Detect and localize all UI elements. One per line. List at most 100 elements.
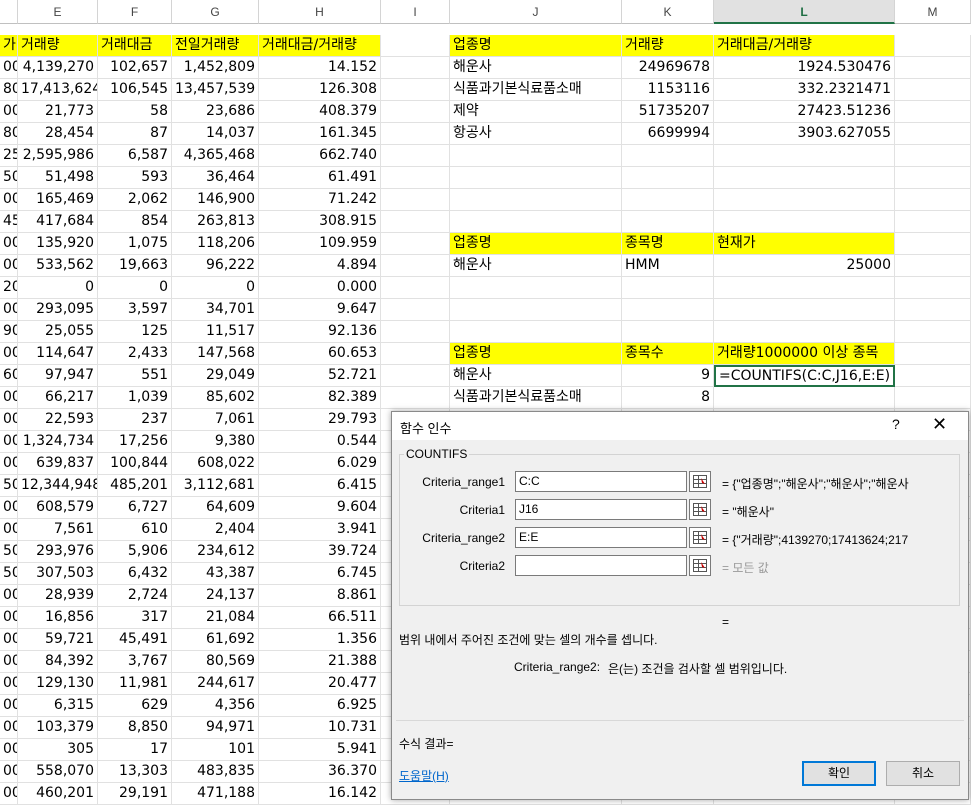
sheet-cell[interactable]: 00 (0, 409, 18, 431)
sheet-cell[interactable]: 558,070 (18, 761, 98, 783)
sheet-cell[interactable] (450, 145, 622, 167)
sheet-cell[interactable]: 61.491 (259, 167, 381, 189)
sheet-cell[interactable]: 거래대금/거래량 (714, 35, 895, 57)
column-header-l[interactable]: L (714, 0, 895, 24)
criteria-range2-input[interactable]: E:E (515, 527, 687, 548)
sheet-cell[interactable]: 50 (0, 563, 18, 585)
sheet-cell[interactable] (381, 255, 450, 277)
column-header-k[interactable]: K (622, 0, 714, 24)
column-header-g[interactable]: G (172, 0, 259, 24)
sheet-cell[interactable] (622, 321, 714, 343)
sheet-cell[interactable]: 거래량 (622, 35, 714, 57)
sheet-cell[interactable] (622, 299, 714, 321)
sheet-cell[interactable]: 가 (0, 35, 18, 57)
sheet-cell[interactable] (622, 277, 714, 299)
sheet-cell[interactable]: 1153116 (622, 79, 714, 101)
sheet-cell[interactable]: 551 (98, 365, 172, 387)
sheet-cell[interactable]: 417,684 (18, 211, 98, 233)
sheet-cell[interactable] (381, 387, 450, 409)
sheet-cell[interactable]: 6,587 (98, 145, 172, 167)
sheet-cell[interactable]: 10.731 (259, 717, 381, 739)
sheet-cell[interactable]: 80 (0, 79, 18, 101)
sheet-cell[interactable]: 13,303 (98, 761, 172, 783)
criteria1-input[interactable]: J16 (515, 499, 687, 520)
sheet-cell[interactable]: 00 (0, 453, 18, 475)
sheet-cell[interactable]: 00 (0, 387, 18, 409)
sheet-cell[interactable]: 1924.530476 (714, 57, 895, 79)
sheet-cell[interactable]: 0.000 (259, 277, 381, 299)
sheet-cell[interactable] (622, 145, 714, 167)
active-cell[interactable]: =COUNTIFS(C:C,J16,E:E) (714, 365, 895, 387)
sheet-cell[interactable]: 해운사 (450, 365, 622, 387)
sheet-cell[interactable] (622, 167, 714, 189)
sheet-cell[interactable]: 11,981 (98, 673, 172, 695)
sheet-cell[interactable]: 147,568 (172, 343, 259, 365)
sheet-cell[interactable]: 00 (0, 255, 18, 277)
sheet-cell[interactable]: 114,647 (18, 343, 98, 365)
sheet-cell[interactable]: 92.136 (259, 321, 381, 343)
sheet-cell[interactable]: 3,112,681 (172, 475, 259, 497)
column-header-d_end[interactable] (0, 0, 18, 24)
sheet-cell[interactable]: 22,593 (18, 409, 98, 431)
sheet-cell[interactable] (895, 343, 971, 365)
sheet-cell[interactable]: 129,130 (18, 673, 98, 695)
sheet-cell[interactable]: 2,062 (98, 189, 172, 211)
column-header-i[interactable]: I (381, 0, 450, 24)
sheet-cell[interactable]: 639,837 (18, 453, 98, 475)
sheet-cell[interactable]: 해운사 (450, 57, 622, 79)
sheet-cell[interactable]: 101 (172, 739, 259, 761)
column-header-m[interactable]: M (895, 0, 971, 24)
sheet-cell[interactable]: 업종명 (450, 233, 622, 255)
sheet-cell[interactable] (895, 189, 971, 211)
sheet-cell[interactable]: 263,813 (172, 211, 259, 233)
sheet-cell[interactable] (714, 167, 895, 189)
sheet-cell[interactable] (450, 299, 622, 321)
sheet-cell[interactable]: 21.388 (259, 651, 381, 673)
sheet-cell[interactable]: 126.308 (259, 79, 381, 101)
sheet-cell[interactable]: 3,597 (98, 299, 172, 321)
sheet-cell[interactable] (895, 167, 971, 189)
sheet-cell[interactable]: 00 (0, 497, 18, 519)
sheet-cell[interactable] (895, 365, 971, 387)
sheet-cell[interactable]: 610 (98, 519, 172, 541)
sheet-cell[interactable]: 60 (0, 365, 18, 387)
sheet-cell[interactable]: 00 (0, 695, 18, 717)
sheet-cell[interactable] (381, 365, 450, 387)
sheet-cell[interactable]: 307,503 (18, 563, 98, 585)
sheet-cell[interactable]: 629 (98, 695, 172, 717)
sheet-cell[interactable]: 13,457,539 (172, 79, 259, 101)
sheet-cell[interactable] (714, 211, 895, 233)
sheet-cell[interactable]: 103,379 (18, 717, 98, 739)
sheet-cell[interactable]: 58 (98, 101, 172, 123)
sheet-cell[interactable]: 244,617 (172, 673, 259, 695)
sheet-cell[interactable]: 471,188 (172, 783, 259, 805)
sheet-cell[interactable]: 00 (0, 651, 18, 673)
sheet-cell[interactable]: 21,084 (172, 607, 259, 629)
sheet-cell[interactable]: 106,545 (98, 79, 172, 101)
sheet-cell[interactable] (714, 189, 895, 211)
ok-button[interactable]: 확인 (802, 761, 876, 786)
sheet-cell[interactable]: 80 (0, 123, 18, 145)
sheet-cell[interactable]: 7,561 (18, 519, 98, 541)
sheet-cell[interactable] (381, 233, 450, 255)
sheet-cell[interactable]: 00 (0, 673, 18, 695)
sheet-cell[interactable] (450, 321, 622, 343)
sheet-cell[interactable] (381, 145, 450, 167)
sheet-cell[interactable]: 00 (0, 739, 18, 761)
sheet-cell[interactable]: 25 (0, 145, 18, 167)
sheet-cell[interactable] (381, 167, 450, 189)
sheet-cell[interactable]: 50 (0, 167, 18, 189)
sheet-cell[interactable]: 135,920 (18, 233, 98, 255)
sheet-cell[interactable]: 34,701 (172, 299, 259, 321)
sheet-cell[interactable]: 308.915 (259, 211, 381, 233)
sheet-cell[interactable]: 16,856 (18, 607, 98, 629)
help-link[interactable]: 도움말(H) (399, 767, 449, 784)
sheet-cell[interactable]: 60.653 (259, 343, 381, 365)
sheet-cell[interactable] (895, 233, 971, 255)
sheet-cell[interactable]: 종목명 (622, 233, 714, 255)
sheet-cell[interactable]: 28,454 (18, 123, 98, 145)
sheet-cell[interactable]: 6.745 (259, 563, 381, 585)
sheet-cell[interactable]: 종목수 (622, 343, 714, 365)
sheet-cell[interactable]: 23,686 (172, 101, 259, 123)
sheet-cell[interactable]: 00 (0, 101, 18, 123)
